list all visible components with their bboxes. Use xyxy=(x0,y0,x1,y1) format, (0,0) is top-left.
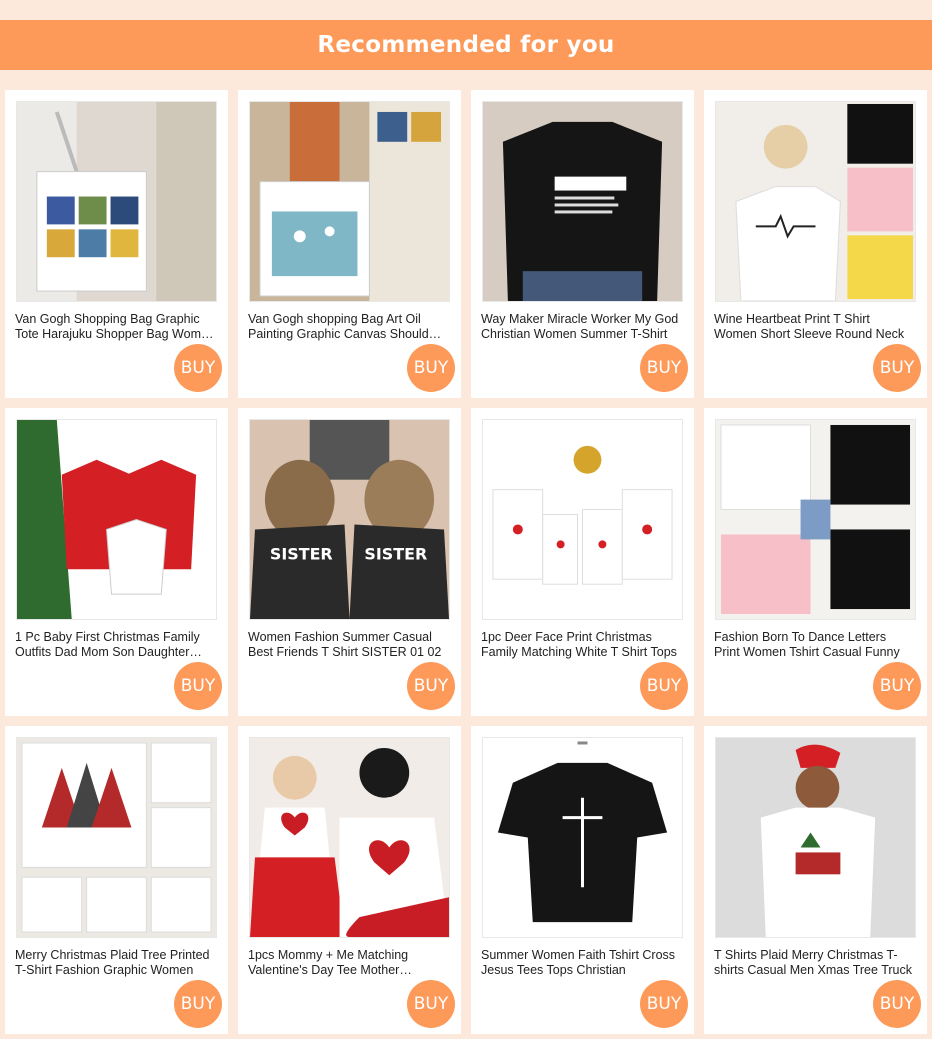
buy-button[interactable]: BUY xyxy=(174,662,222,710)
product-title[interactable]: 1pc Deer Face Print Christmas Family Mat… xyxy=(481,630,681,660)
buy-button[interactable]: BUY xyxy=(407,980,455,1028)
tote-bag-image[interactable] xyxy=(16,101,217,302)
product-title[interactable]: Fashion Born To Dance Letters Print Wome… xyxy=(714,630,914,660)
buy-button[interactable]: BUY xyxy=(174,980,222,1028)
product-grid: Van Gogh Shopping Bag Graphic Tote Haraj… xyxy=(0,70,932,1034)
product-title[interactable]: Merry Christmas Plaid Tree Printed T-Shi… xyxy=(15,948,215,978)
tshirt-image[interactable] xyxy=(715,101,916,302)
product-title[interactable]: Way Maker Miracle Worker My God Christia… xyxy=(481,312,681,342)
tshirt-image[interactable] xyxy=(249,737,450,938)
tshirt-image[interactable] xyxy=(715,737,916,938)
buy-button[interactable]: BUY xyxy=(873,344,921,392)
recommended-banner: Recommended for you xyxy=(0,20,932,70)
product-title[interactable]: Van Gogh shopping Bag Art Oil Painting G… xyxy=(248,312,448,342)
buy-button[interactable]: BUY xyxy=(640,344,688,392)
product-card[interactable]: 1pc Deer Face Print Christmas Family Mat… xyxy=(471,408,694,716)
product-title[interactable]: T Shirts Plaid Merry Christmas T-shirts … xyxy=(714,948,914,978)
product-title[interactable]: Wine Heartbeat Print T Shirt Women Short… xyxy=(714,312,914,342)
product-title[interactable]: 1pcs Mommy + Me Matching Valentine's Day… xyxy=(248,948,448,978)
product-card[interactable]: T Shirts Plaid Merry Christmas T-shirts … xyxy=(704,726,927,1034)
buy-button[interactable]: BUY xyxy=(873,662,921,710)
black-tshirt-image[interactable] xyxy=(482,737,683,938)
buy-button[interactable]: BUY xyxy=(407,344,455,392)
family-tshirt-image[interactable] xyxy=(16,419,217,620)
product-card[interactable]: 1 Pc Baby First Christmas Family Outfits… xyxy=(5,408,228,716)
buy-button[interactable]: BUY xyxy=(174,344,222,392)
product-card[interactable]: Van Gogh Shopping Bag Graphic Tote Haraj… xyxy=(5,90,228,398)
sister-tshirt-image[interactable]: SISTER SISTER xyxy=(249,419,450,620)
product-card[interactable]: SISTER SISTER Women Fashion Summer Casua… xyxy=(238,408,461,716)
buy-button[interactable]: BUY xyxy=(407,662,455,710)
product-card[interactable]: Wine Heartbeat Print T Shirt Women Short… xyxy=(704,90,927,398)
buy-button[interactable]: BUY xyxy=(873,980,921,1028)
product-card[interactable]: Van Gogh shopping Bag Art Oil Painting G… xyxy=(238,90,461,398)
tote-bag-image[interactable] xyxy=(249,101,450,302)
product-card[interactable]: Way Maker Miracle Worker My God Christia… xyxy=(471,90,694,398)
family-tshirt-image[interactable] xyxy=(482,419,683,620)
top-strip xyxy=(0,0,932,20)
svg-text:SISTER: SISTER xyxy=(364,544,427,563)
product-card[interactable]: Summer Women Faith Tshirt Cross Jesus Te… xyxy=(471,726,694,1034)
svg-text:SISTER: SISTER xyxy=(270,544,333,563)
product-title[interactable]: Women Fashion Summer Casual Best Friends… xyxy=(248,630,448,660)
tshirt-image[interactable] xyxy=(715,419,916,620)
product-card[interactable]: Fashion Born To Dance Letters Print Wome… xyxy=(704,408,927,716)
product-title[interactable]: Van Gogh Shopping Bag Graphic Tote Haraj… xyxy=(15,312,215,342)
product-title[interactable]: Summer Women Faith Tshirt Cross Jesus Te… xyxy=(481,948,681,978)
black-tshirt-image[interactable] xyxy=(482,101,683,302)
product-title[interactable]: 1 Pc Baby First Christmas Family Outfits… xyxy=(15,630,215,660)
buy-button[interactable]: BUY xyxy=(640,980,688,1028)
tshirt-image[interactable] xyxy=(16,737,217,938)
product-card[interactable]: Merry Christmas Plaid Tree Printed T-Shi… xyxy=(5,726,228,1034)
product-card[interactable]: 1pcs Mommy + Me Matching Valentine's Day… xyxy=(238,726,461,1034)
buy-button[interactable]: BUY xyxy=(640,662,688,710)
